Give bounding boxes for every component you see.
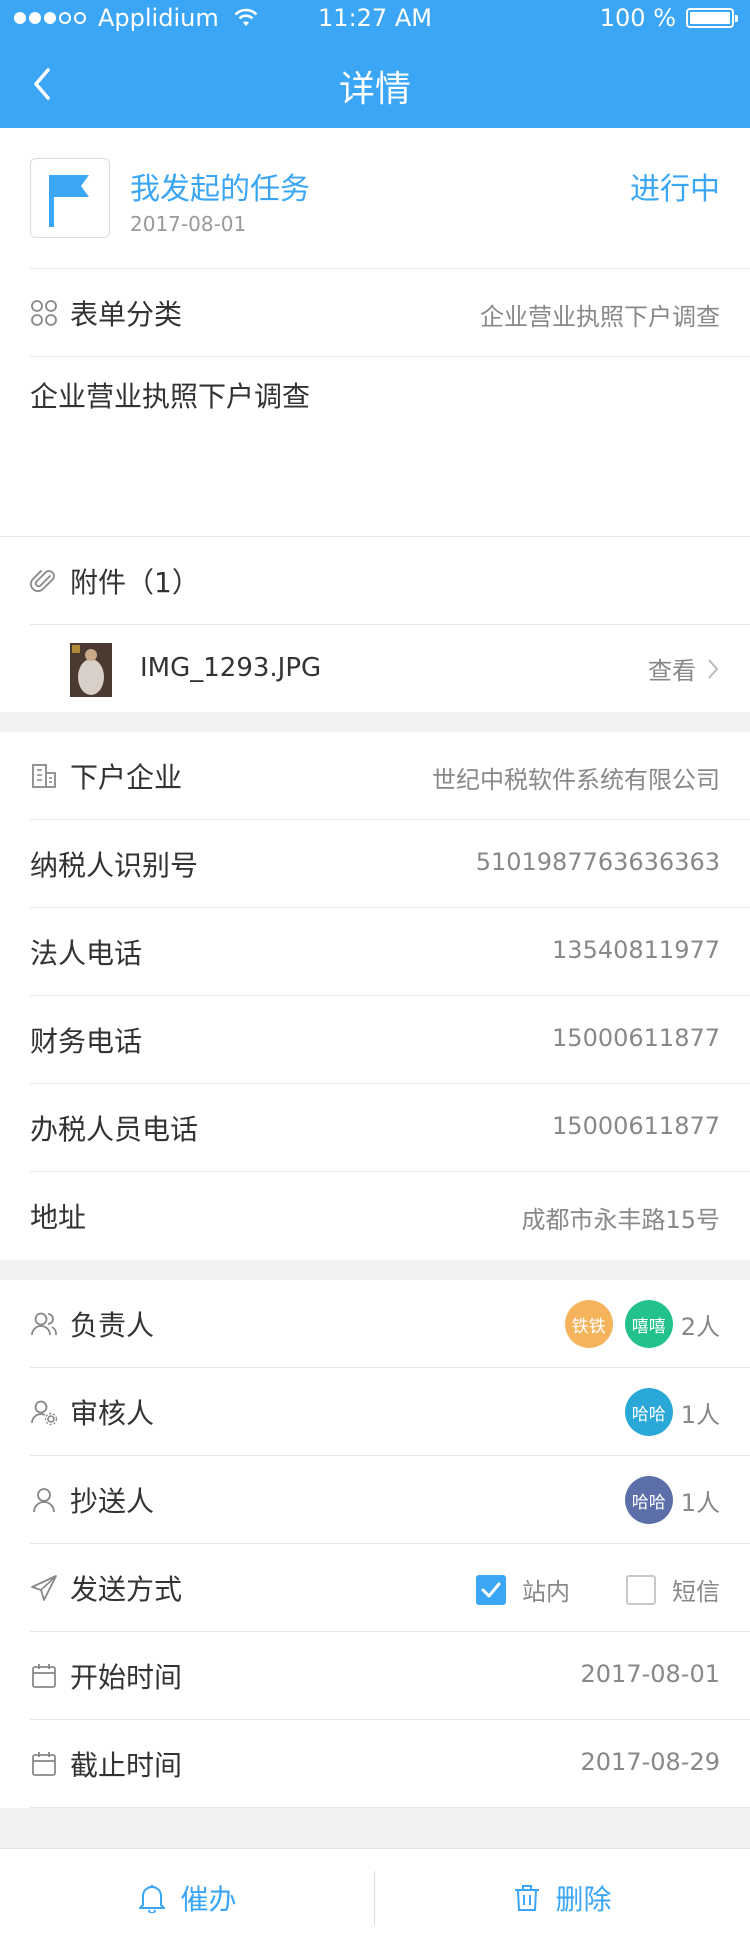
cc-row[interactable]: 抄送人 哈哈 1人 <box>30 1456 750 1544</box>
paper-plane-icon <box>31 1575 57 1601</box>
finance-phone-value: 15000611877 <box>552 1024 720 1052</box>
user-icon <box>33 1488 55 1513</box>
address-row: 地址 成都市永丰路15号 <box>30 1172 750 1260</box>
form-category-label: 表单分类 <box>70 298 183 331</box>
reviewer-people: 哈哈 1人 <box>624 1388 720 1436</box>
company-section: 下户企业 世纪中税软件系统有限公司 纳税人识别号 510198776363636… <box>0 732 750 1260</box>
legal-phone-value: 13540811977 <box>552 936 720 964</box>
calendar-icon <box>32 1664 56 1688</box>
avatar: 嘻嘻 <box>624 1300 673 1348</box>
user-gear-icon <box>31 1400 58 1426</box>
attachments-row: 附件（1） <box>30 537 750 625</box>
checkbox-checked[interactable] <box>476 1574 506 1605</box>
form-category-row: 表单分类 企业营业执照下户调查 <box>30 269 750 357</box>
task-section: 我发起的任务 2017-08-01 进行中 表单分类 企业营业执照下户调查 企业… <box>0 128 750 712</box>
start-time-label: 开始时间 <box>70 1661 183 1694</box>
urge-label: 催办 <box>180 1883 237 1916</box>
send-method-row: 发送方式 站内 短信 <box>30 1544 750 1632</box>
finance-phone-row: 财务电话 15000611877 <box>30 996 750 1084</box>
view-label: 查看 <box>648 657 696 685</box>
owner-people: 铁铁 嘻嘻 2人 <box>564 1300 720 1348</box>
legal-phone-label: 法人电话 <box>30 937 143 970</box>
tax-id-value: 5101987763636363 <box>475 848 720 876</box>
tax-staff-phone-value: 15000611877 <box>552 1112 720 1140</box>
cc-count: 1人 <box>680 1488 720 1517</box>
grid-category-icon <box>31 300 57 326</box>
description-divider <box>30 357 750 537</box>
urge-button[interactable]: 催办 <box>0 1849 375 1946</box>
enterprise-value: 世纪中税软件系统有限公司 <box>432 766 720 794</box>
app-header: Applidium 11:27 AM 100 % 详情 <box>0 0 750 128</box>
battery-percent: 100 % <box>599 4 676 32</box>
address-value: 成都市永丰路15号 <box>521 1206 720 1234</box>
assignment-section: 负责人 铁铁 嘻嘻 2人 审核人 哈哈 1人 抄送人 哈哈 1人 发送方式 站内… <box>0 1280 750 1808</box>
owner-label: 负责人 <box>70 1309 155 1342</box>
enterprise-row: 下户企业 世纪中税软件系统有限公司 <box>30 732 750 820</box>
send-internal-checkbox[interactable]: 站内 <box>476 1572 570 1607</box>
check-icon <box>481 1582 501 1597</box>
reviewer-label: 审核人 <box>70 1397 155 1430</box>
battery-icon <box>686 8 738 28</box>
cc-label: 抄送人 <box>70 1485 155 1518</box>
task-date: 2017-08-01 <box>130 212 247 236</box>
flag-icon <box>49 175 89 227</box>
legal-phone-row: 法人电话 13540811977 <box>30 908 750 996</box>
delete-button[interactable]: 删除 <box>375 1849 750 1946</box>
attachments-label: 附件（1） <box>70 566 200 599</box>
tax-id-row: 纳税人识别号 5101987763636363 <box>30 820 750 908</box>
building-icon <box>32 764 56 788</box>
address-label: 地址 <box>30 1201 87 1234</box>
users-icon <box>31 1312 57 1336</box>
send-internal-label: 站内 <box>522 1578 570 1606</box>
view-attachment-link[interactable]: 查看 <box>648 651 720 686</box>
action-bar: 催办 删除 <box>0 1848 750 1946</box>
owner-count: 2人 <box>680 1312 720 1341</box>
attachment-filename: IMG_1293.JPG <box>140 653 322 683</box>
send-sms-label: 短信 <box>672 1578 720 1606</box>
reviewer-row[interactable]: 审核人 哈哈 1人 <box>30 1368 750 1456</box>
page-title: 详情 <box>338 69 411 110</box>
avatar: 哈哈 <box>624 1388 673 1436</box>
paperclip-icon <box>30 570 55 592</box>
avatar: 哈哈 <box>624 1476 673 1524</box>
bell-icon <box>139 1885 166 1913</box>
tax-staff-phone-label: 办税人员电话 <box>30 1113 199 1146</box>
enterprise-label: 下户企业 <box>70 761 183 794</box>
start-time-row[interactable]: 开始时间 2017-08-01 <box>30 1632 750 1720</box>
chevron-right-icon <box>708 658 719 679</box>
reviewer-count: 1人 <box>680 1400 720 1429</box>
delete-label: 删除 <box>555 1883 612 1916</box>
task-title: 我发起的任务 <box>130 172 310 207</box>
start-time-value: 2017-08-01 <box>580 1660 720 1688</box>
tax-id-label: 纳税人识别号 <box>30 849 199 882</box>
send-method-options: 站内 短信 <box>420 1572 720 1607</box>
status-right: 100 % <box>599 4 738 32</box>
attachment-thumbnail <box>70 643 112 697</box>
end-time-value: 2017-08-29 <box>580 1748 720 1776</box>
tax-staff-phone-row: 办税人员电话 15000611877 <box>30 1084 750 1172</box>
send-method-label: 发送方式 <box>70 1573 183 1606</box>
end-time-row[interactable]: 截止时间 2017-08-29 <box>30 1720 750 1808</box>
cc-people: 哈哈 1人 <box>624 1476 720 1524</box>
form-category-value: 企业营业执照下户调查 <box>480 303 720 331</box>
attachment-item[interactable]: IMG_1293.JPG 查看 <box>30 625 750 712</box>
task-icon-box <box>30 158 110 238</box>
status-bar: Applidium 11:27 AM 100 % <box>0 0 750 38</box>
trash-icon <box>515 1885 540 1911</box>
checkbox-unchecked[interactable] <box>626 1574 656 1605</box>
finance-phone-label: 财务电话 <box>30 1025 143 1058</box>
avatar: 铁铁 <box>564 1300 613 1348</box>
task-status: 进行中 <box>630 172 720 207</box>
send-sms-checkbox[interactable]: 短信 <box>626 1572 720 1607</box>
calendar-icon <box>32 1752 56 1776</box>
end-time-label: 截止时间 <box>70 1749 183 1782</box>
owner-row[interactable]: 负责人 铁铁 嘻嘻 2人 <box>30 1280 750 1368</box>
